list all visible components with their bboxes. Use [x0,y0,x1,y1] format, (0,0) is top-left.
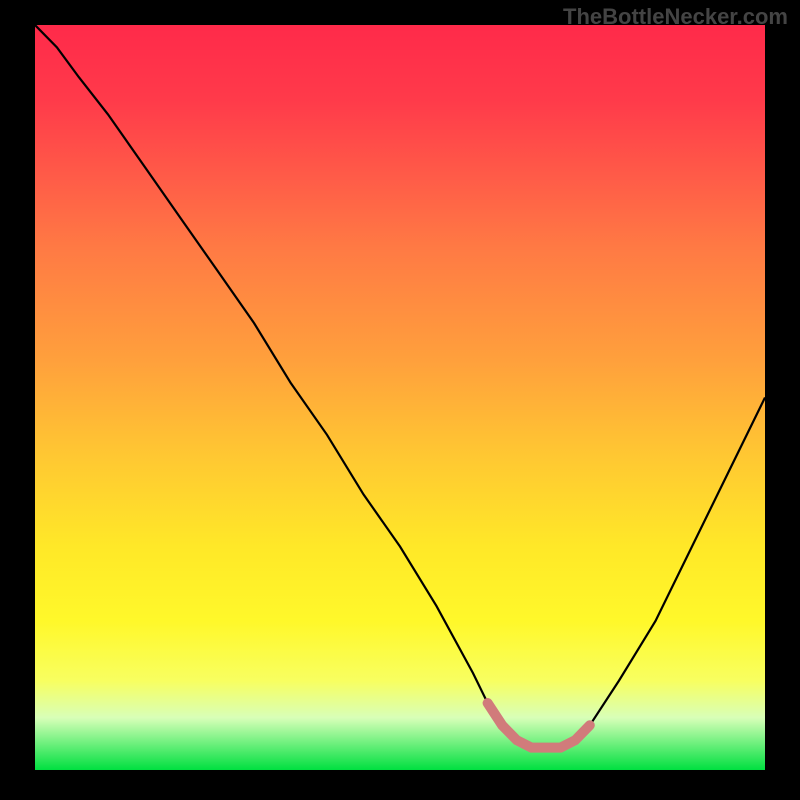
bottleneck-curve [35,25,765,748]
watermark-text: TheBottleNecker.com [563,4,788,30]
chart-svg [35,25,765,770]
chart-plot-area [35,25,765,770]
highlight-segment [488,703,590,748]
